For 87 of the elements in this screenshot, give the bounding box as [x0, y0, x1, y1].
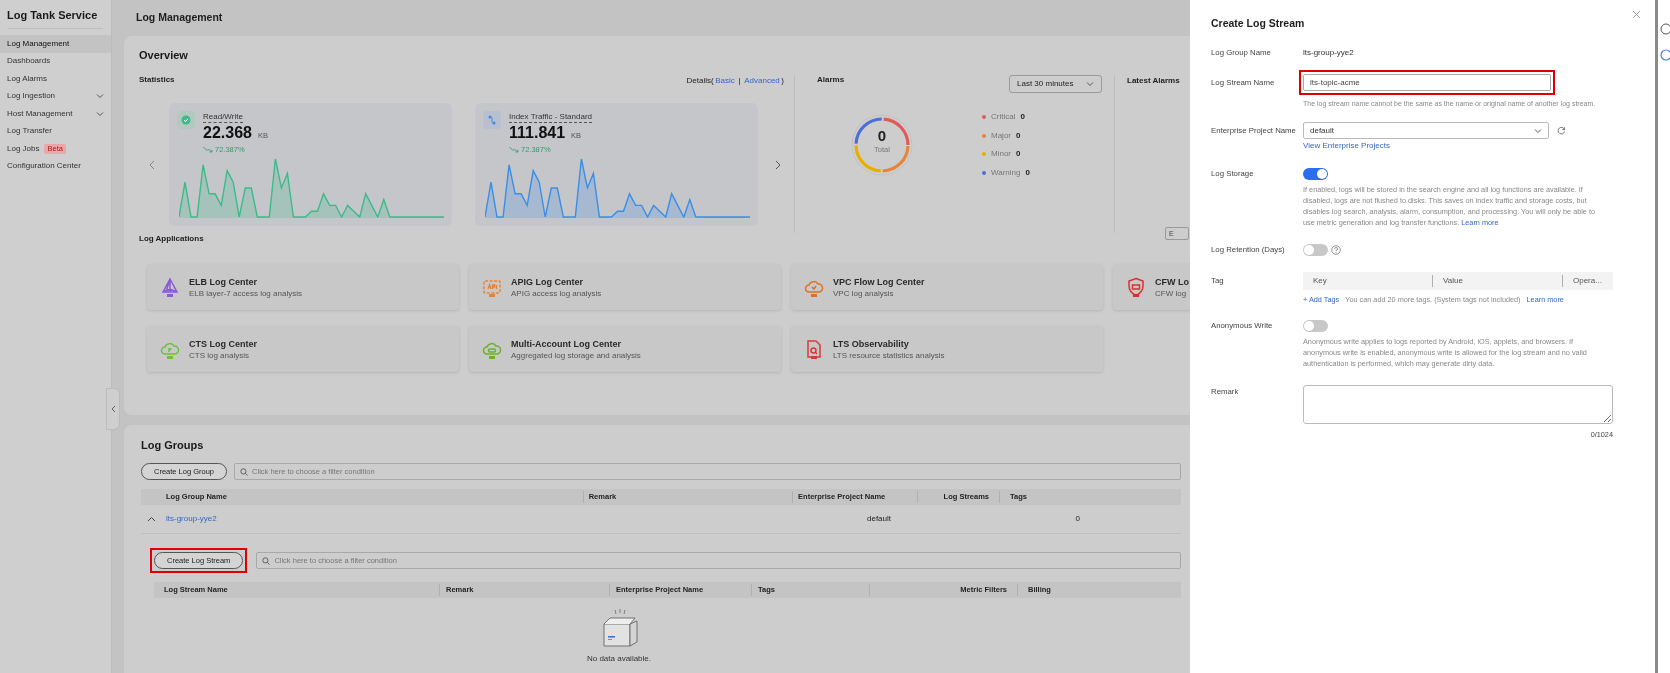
app-card[interactable]: CTS Log Center CTS log analysis: [147, 326, 459, 372]
chevron-down-icon: [96, 93, 104, 100]
stat-value: 22.368: [203, 124, 252, 142]
chevron-left-icon[interactable]: [148, 159, 156, 170]
sidebar-item[interactable]: Log Management: [0, 35, 111, 53]
sidebar-item[interactable]: Log Alarms: [0, 70, 111, 88]
field-value: lts-group-yye2: [1303, 48, 1354, 57]
nodes-icon: [483, 111, 501, 129]
app-card[interactable]: Multi-Account Log Center Aggregated log storage and analysis: [469, 326, 781, 372]
app-title: ELB Log Center: [189, 275, 258, 288]
app-title: CTS Log Center: [189, 337, 257, 350]
drawer-title: Create Log Stream: [1211, 17, 1306, 29]
app-title: Multi-Account Log Center: [511, 337, 622, 350]
column-header: Opera...: [1572, 275, 1603, 287]
donut-chart: [850, 113, 914, 177]
level-name: Critical: [991, 111, 1016, 124]
app-title: Log Tank Service: [6, 8, 99, 23]
level-name: Minor: [991, 148, 1011, 161]
details-link[interactable]: Advanced: [744, 75, 780, 87]
level-count: 0: [1016, 129, 1021, 142]
section-title: Log Applications: [139, 234, 204, 244]
help-icon[interactable]: [1331, 245, 1341, 255]
stat-value: 111.841: [509, 124, 566, 142]
stat-title: Read/Write: [203, 112, 243, 123]
column-header: Value: [1433, 275, 1563, 287]
stat-title: Index Traffic - Standard: [509, 112, 592, 123]
projects-link[interactable]: View Enterprise Projects: [1303, 141, 1390, 151]
empty-message: No data available.: [586, 653, 651, 665]
section-title: Statistics: [139, 75, 175, 86]
app-description: LTS resource statistics analysis: [833, 349, 945, 361]
level-count: 0: [1016, 148, 1021, 161]
chevron-down-icon: [96, 110, 104, 117]
app-description: ELB layer-7 access log analysis: [189, 287, 302, 299]
details-label: ): [781, 75, 784, 87]
app-title: CFW Lo: [1155, 275, 1189, 288]
time-range-select[interactable]: Last 30 minutes: [1009, 75, 1102, 93]
log-group-link[interactable]: lts-group-yye2: [166, 513, 217, 525]
table-cell: default: [867, 514, 892, 523]
app-card[interactable]: APIG Log Center APIG access log analysis: [469, 264, 781, 310]
separator-text: |: [737, 75, 742, 87]
level-name: Major: [991, 129, 1011, 142]
chevron-down-icon: [1534, 127, 1542, 134]
caret-up-icon[interactable]: [147, 516, 156, 522]
close-icon[interactable]: [1632, 10, 1641, 19]
app-card[interactable]: ELB Log Center ELB layer-7 access log analysis: [147, 264, 459, 310]
sidebar-item[interactable]: Log Ingestion: [0, 87, 111, 105]
level-count: 0: [1025, 166, 1030, 179]
app-card[interactable]: LTS Observability LTS resource statistics analysis: [791, 326, 1103, 372]
toggle-switch[interactable]: [1303, 320, 1328, 332]
app-card[interactable]: VPC Flow Log Center VPC log analysis: [791, 264, 1103, 310]
toggle-switch[interactable]: [1303, 168, 1328, 180]
search-icon: [240, 467, 249, 476]
toggle-switch[interactable]: [1303, 244, 1328, 256]
app-title: LTS Observability: [833, 337, 910, 350]
details-link[interactable]: Basic: [715, 75, 735, 87]
section-title: Alarms: [817, 75, 845, 85]
collapse-handle[interactable]: [106, 388, 120, 430]
sidebar-item[interactable]: Dashboards: [0, 52, 111, 70]
remark-field[interactable]: [1303, 385, 1613, 424]
section-title: Overview: [139, 48, 188, 62]
table-cell: 0: [1075, 514, 1080, 523]
section-title: Log Groups: [141, 438, 204, 452]
sidebar-item[interactable]: Host Management: [0, 105, 111, 123]
text-input[interactable]: lts-topic-acme: [1303, 74, 1551, 91]
chevron-right-icon[interactable]: [774, 159, 782, 170]
app-description: APIG access log analysis: [511, 287, 602, 299]
sidebar-item[interactable]: Configuration Center: [0, 157, 111, 175]
level-count: 0: [1020, 111, 1025, 124]
trend-down-icon: [509, 146, 519, 154]
project-select[interactable]: default: [1303, 122, 1549, 139]
total-count: 0: [876, 127, 888, 144]
refresh-icon[interactable]: [1557, 126, 1566, 135]
app-description: VPC log analysis: [833, 287, 895, 299]
level-name: Warning: [991, 166, 1021, 179]
page-title: Log Management: [136, 10, 223, 25]
trend-down-icon: [203, 146, 213, 154]
app-description: Aggregated log storage and analysis: [511, 349, 641, 361]
chevron-down-icon: [1086, 81, 1094, 87]
app-title: VPC Flow Log Center: [833, 275, 925, 288]
details-label: Details(: [686, 75, 714, 87]
sidebar-item[interactable]: Log Transfer: [0, 122, 111, 140]
app-description: CTS log analysis: [189, 349, 251, 361]
column-header: Key: [1303, 275, 1433, 287]
section-title: Latest Alarms: [1127, 76, 1180, 85]
search-icon: [262, 556, 271, 565]
app-description: CFW log: [1155, 287, 1188, 299]
app-title: APIG Log Center: [511, 275, 584, 288]
